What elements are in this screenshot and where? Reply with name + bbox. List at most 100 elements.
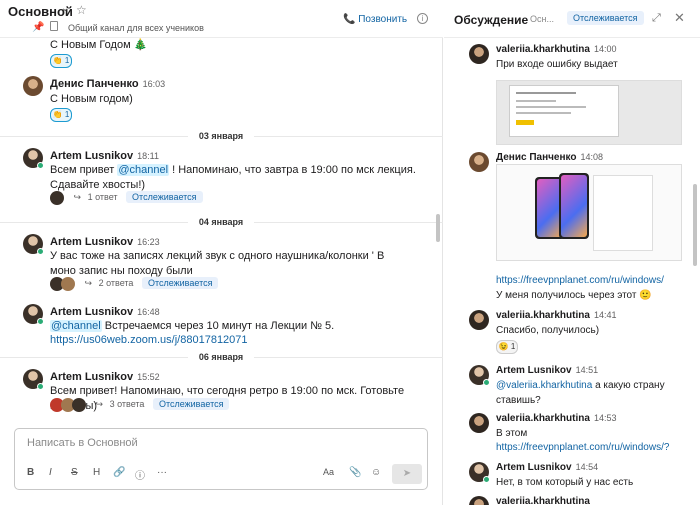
message-text: В этом xyxy=(496,428,528,439)
phone-image xyxy=(559,173,589,239)
channel-pane: Основной ⌄ ☆ 📌 Общий канал для всех учен… xyxy=(0,0,443,505)
composer-input[interactable]: Написать в Основной xyxy=(27,437,138,449)
screenshot-attachment[interactable] xyxy=(496,164,682,261)
message-text: @valeriia.kharkhutina а какую страну ста… xyxy=(496,380,665,406)
follow-button[interactable]: Отслеживается xyxy=(567,11,644,25)
message-link[interactable]: https://us06web.zoom.us/j/88017812071 xyxy=(50,333,248,348)
pin-icon[interactable]: 📌 xyxy=(32,22,44,33)
mention[interactable]: @channel xyxy=(117,164,170,176)
thread-header: Обсуждение Осн... Отслеживается ⤢ ✕ xyxy=(444,0,700,38)
message-text: У меня получилось через этот 🙂 xyxy=(496,290,652,301)
author-name[interactable]: Artem Lusnikov 18:11 xyxy=(50,150,159,162)
chevron-down-icon[interactable]: ⌄ xyxy=(61,3,69,14)
send-button[interactable]: ➤ xyxy=(392,464,422,484)
close-icon[interactable]: ✕ xyxy=(674,10,685,26)
message-list[interactable]: С Новым Годом 🎄 👏 1 Денис Панченко 16:03 … xyxy=(0,38,443,426)
reaction-button[interactable]: 😉 1 xyxy=(496,340,518,354)
author-name[interactable]: valeriia.kharkhutina 14:53 xyxy=(496,413,616,424)
message-link[interactable]: https://freevpnplanet.com/ru/windows/ xyxy=(496,273,664,288)
emoji-icon[interactable]: ☺ xyxy=(371,467,381,478)
author-name[interactable]: valeriia.kharkhutina 14:00 xyxy=(496,44,616,55)
avatar[interactable] xyxy=(469,44,489,64)
follow-badge[interactable]: Отслеживается xyxy=(141,277,219,290)
avatar[interactable] xyxy=(469,152,489,172)
author-name[interactable]: Artem Lusnikov 14:54 xyxy=(496,462,598,473)
author-name[interactable]: Artem Lusnikov 16:23 xyxy=(50,236,160,248)
bold-icon[interactable]: B xyxy=(27,467,34,478)
heading-icon[interactable]: H xyxy=(93,467,100,478)
date-label[interactable]: 06 января xyxy=(188,351,254,363)
date-label[interactable]: 03 января xyxy=(188,130,254,142)
info-icon[interactable]: i xyxy=(417,13,428,24)
italic-icon[interactable]: I xyxy=(49,467,52,478)
replies-count[interactable]: 3 ответа xyxy=(110,399,145,409)
replies-count[interactable]: 2 ответа xyxy=(99,278,134,288)
thread-summary[interactable]: ↪ 3 ответа Отслеживается xyxy=(50,398,230,412)
author-name[interactable]: Artem Lusnikov 16:48 xyxy=(50,306,160,318)
mention[interactable]: @channel xyxy=(50,320,102,332)
text-line xyxy=(516,100,556,102)
online-status-icon xyxy=(37,162,44,169)
author-name[interactable]: Artem Lusnikov 14:51 xyxy=(496,365,598,376)
message-composer[interactable]: Написать в Основной B I S H 🔗 ⓘ ··· Aa 📎… xyxy=(14,428,428,490)
document-icon[interactable] xyxy=(50,21,58,31)
reaction-button[interactable]: 👏 1 xyxy=(50,108,72,122)
star-icon[interactable]: ☆ xyxy=(76,3,87,17)
mention[interactable]: @valeriia.kharkhutina xyxy=(496,380,592,391)
online-status-icon xyxy=(483,476,490,483)
message-text: Всем привет @channel ! Напоминаю, что за… xyxy=(50,164,416,191)
message-link[interactable]: https://freevpnplanet.com/ru/windows/? xyxy=(496,440,669,455)
channel-description: Общий канал для всех учеников xyxy=(68,23,204,33)
avatar[interactable] xyxy=(469,413,489,433)
thread-pane: Обсуждение Осн... Отслеживается ⤢ ✕ vale… xyxy=(444,0,700,505)
instagram-login-image xyxy=(593,175,653,251)
message-text: При входе ошибку выдает xyxy=(496,59,618,70)
follow-badge[interactable]: Отслеживается xyxy=(152,398,230,411)
follow-badge[interactable]: Отслеживается xyxy=(126,191,203,204)
author-name[interactable]: valeriia.kharkhutina 14:41 xyxy=(496,310,616,321)
author-name[interactable]: valeriia.kharkhutina xyxy=(496,496,590,505)
avatar[interactable] xyxy=(23,76,43,96)
text-line xyxy=(516,92,576,94)
author-name[interactable]: Денис Панченко 16:03 xyxy=(50,78,165,90)
message-text: Нет, в том который у нас есть xyxy=(496,477,634,488)
error-dialog-image xyxy=(509,85,619,137)
date-label[interactable]: 04 января xyxy=(188,216,254,228)
scrollbar[interactable] xyxy=(693,184,697,266)
attach-icon[interactable]: 📎 xyxy=(349,467,361,478)
message-text: С Новым Годом 🎄 xyxy=(50,39,148,51)
reply-icon: ↪ xyxy=(73,192,82,203)
call-button[interactable]: 📞 Позвонить xyxy=(343,14,407,25)
thread-summary[interactable]: ↪ 2 ответа Отслеживается xyxy=(50,277,219,291)
phone-icon: 📞 xyxy=(343,14,359,25)
avatar[interactable] xyxy=(469,310,489,330)
reaction-button[interactable]: 👏 1 xyxy=(50,54,72,68)
avatar xyxy=(72,398,86,412)
reply-icon: ↪ xyxy=(95,399,104,410)
dialog-button xyxy=(516,120,534,125)
author-name[interactable]: Artem Lusnikov 15:52 xyxy=(50,371,160,383)
channel-header: Основной ⌄ ☆ 📌 Общий канал для всех учен… xyxy=(0,0,443,38)
strikethrough-icon[interactable]: S xyxy=(71,467,78,478)
info-icon[interactable]: ⓘ xyxy=(135,467,145,482)
expand-icon[interactable]: ⤢ xyxy=(652,12,661,25)
link-icon[interactable]: 🔗 xyxy=(113,467,125,478)
online-status-icon xyxy=(483,379,490,386)
message-text: @channel Встречаемся через 10 минут на Л… xyxy=(50,320,335,332)
text-format-icon[interactable]: Aa xyxy=(323,467,334,477)
author-name[interactable]: Денис Панченко 14:08 xyxy=(496,152,603,163)
reply-icon: ↪ xyxy=(84,278,93,289)
avatar[interactable] xyxy=(469,496,489,505)
screenshot-attachment[interactable] xyxy=(496,80,682,145)
more-icon[interactable]: ··· xyxy=(157,467,167,478)
online-status-icon xyxy=(37,318,44,325)
thread-channel[interactable]: Осн... xyxy=(530,14,554,24)
scrollbar[interactable] xyxy=(436,214,440,242)
text-line xyxy=(516,112,571,114)
replies-count[interactable]: 1 ответ xyxy=(88,192,118,202)
thread-summary[interactable]: ↪ 1 ответ Отслеживается xyxy=(50,191,203,205)
thread-title: Обсуждение xyxy=(454,13,529,27)
avatar xyxy=(50,191,64,205)
message-text: У вас тоже на записях лекций звук с одно… xyxy=(50,250,385,277)
online-status-icon xyxy=(37,383,44,390)
